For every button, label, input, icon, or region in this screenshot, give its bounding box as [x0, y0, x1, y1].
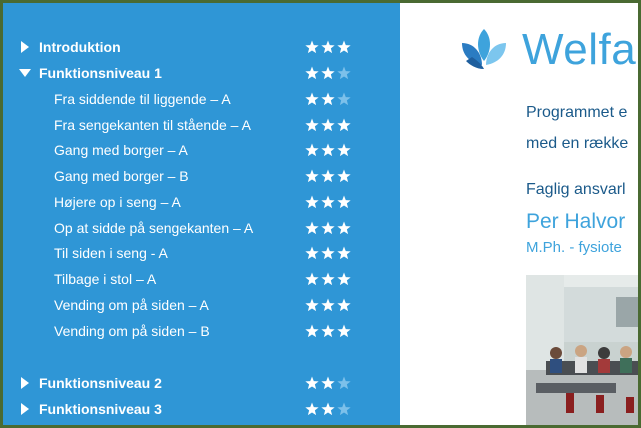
lesson-item[interactable]: Fra siddende til liggende – A: [3, 87, 400, 111]
rating-stars: [305, 118, 351, 132]
star-icon: [337, 246, 351, 260]
lesson-label: Tilbage i stol – A: [54, 271, 157, 287]
section-label: Funktionsniveau 2: [39, 375, 162, 391]
star-icon: [305, 221, 319, 235]
star-icon: [337, 118, 351, 132]
star-icon: [305, 298, 319, 312]
rating-stars: [305, 195, 351, 209]
rating-stars: [305, 92, 351, 106]
star-icon: [337, 66, 351, 80]
responsible-label: Faglig ansvarl: [526, 181, 626, 198]
instructor-name: Per Halvor: [526, 210, 626, 233]
star-icon: [321, 195, 335, 209]
rating-stars: [305, 169, 351, 183]
star-icon: [305, 376, 319, 390]
lesson-item[interactable]: Til siden i seng - A: [3, 241, 400, 265]
section-funktionsniveau-2[interactable]: Funktionsniveau 2: [3, 371, 400, 395]
star-icon: [321, 221, 335, 235]
star-icon: [337, 169, 351, 183]
star-icon: [337, 324, 351, 338]
app-frame: Introduktion Funktionsniveau 1 Fra sidde…: [3, 3, 638, 425]
rating-stars: [305, 246, 351, 260]
star-icon: [305, 118, 319, 132]
lesson-label: Højere op i seng – A: [54, 194, 181, 210]
triangle-right-icon[interactable]: [19, 376, 31, 390]
rating-stars: [305, 143, 351, 157]
star-icon: [305, 195, 319, 209]
star-icon: [321, 272, 335, 286]
star-icon: [305, 143, 319, 157]
star-icon: [305, 324, 319, 338]
lesson-item[interactable]: Højere op i seng – A: [3, 190, 400, 214]
star-icon: [321, 402, 335, 416]
star-icon: [337, 272, 351, 286]
lesson-item[interactable]: Gang med borger – B: [3, 164, 400, 188]
intro-text-line-1: Programmet e: [526, 104, 628, 121]
star-icon: [337, 298, 351, 312]
lotus-logo-icon: [462, 29, 506, 69]
lesson-label: Op at sidde på sengekanten – A: [54, 220, 254, 236]
classroom-photo: [526, 275, 638, 425]
star-icon: [337, 402, 351, 416]
lesson-label: Vending om på siden – B: [54, 323, 210, 339]
star-icon: [321, 298, 335, 312]
lesson-label: Til siden i seng - A: [54, 245, 168, 261]
star-icon: [321, 66, 335, 80]
star-icon: [321, 143, 335, 157]
rating-stars: [305, 298, 351, 312]
lesson-item[interactable]: Fra sengekanten til stående – A: [3, 113, 400, 137]
course-intro-panel: Welfa Programmet e med en række Faglig a…: [400, 3, 638, 425]
lesson-item[interactable]: Tilbage i stol – A: [3, 267, 400, 291]
star-icon: [337, 143, 351, 157]
section-funktionsniveau-1[interactable]: Funktionsniveau 1: [3, 61, 400, 85]
lesson-label: Fra sengekanten til stående – A: [54, 117, 251, 133]
star-icon: [321, 169, 335, 183]
lesson-item[interactable]: Vending om på siden – B: [3, 319, 400, 343]
triangle-right-icon[interactable]: [19, 402, 31, 416]
star-icon: [337, 40, 351, 54]
section-label: Funktionsniveau 3: [39, 401, 162, 417]
star-icon: [305, 92, 319, 106]
course-sidebar: Introduktion Funktionsniveau 1 Fra sidde…: [3, 3, 400, 425]
star-icon: [305, 66, 319, 80]
rating-stars: [305, 221, 351, 235]
star-icon: [321, 40, 335, 54]
instructor-title: M.Ph. - fysiote: [526, 239, 622, 256]
lesson-label: Gang med borger – A: [54, 142, 188, 158]
rating-stars: [305, 66, 351, 80]
triangle-right-icon[interactable]: [19, 40, 31, 54]
rating-stars: [305, 40, 351, 54]
lesson-label: Gang med borger – B: [54, 168, 189, 184]
section-label: Introduktion: [39, 39, 121, 55]
section-label: Funktionsniveau 1: [39, 65, 162, 81]
star-icon: [321, 376, 335, 390]
triangle-down-icon[interactable]: [19, 66, 31, 80]
star-icon: [321, 246, 335, 260]
section-funktionsniveau-3[interactable]: Funktionsniveau 3: [3, 397, 400, 421]
rating-stars: [305, 324, 351, 338]
lesson-label: Fra siddende til liggende – A: [54, 91, 231, 107]
star-icon: [321, 92, 335, 106]
rating-stars: [305, 272, 351, 286]
brand-title: Welfa: [522, 25, 637, 74]
star-icon: [305, 246, 319, 260]
star-icon: [321, 324, 335, 338]
star-icon: [337, 376, 351, 390]
star-icon: [337, 221, 351, 235]
star-icon: [305, 40, 319, 54]
star-icon: [305, 169, 319, 183]
lesson-item[interactable]: Op at sidde på sengekanten – A: [3, 216, 400, 240]
star-icon: [337, 92, 351, 106]
star-icon: [321, 118, 335, 132]
lesson-item[interactable]: Vending om på siden – A: [3, 293, 400, 317]
section-introduktion[interactable]: Introduktion: [3, 35, 400, 59]
intro-text-line-2: med en række: [526, 135, 629, 152]
rating-stars: [305, 376, 351, 390]
star-icon: [305, 272, 319, 286]
rating-stars: [305, 402, 351, 416]
star-icon: [305, 402, 319, 416]
lesson-item[interactable]: Gang med borger – A: [3, 138, 400, 162]
star-icon: [337, 195, 351, 209]
lesson-label: Vending om på siden – A: [54, 297, 209, 313]
